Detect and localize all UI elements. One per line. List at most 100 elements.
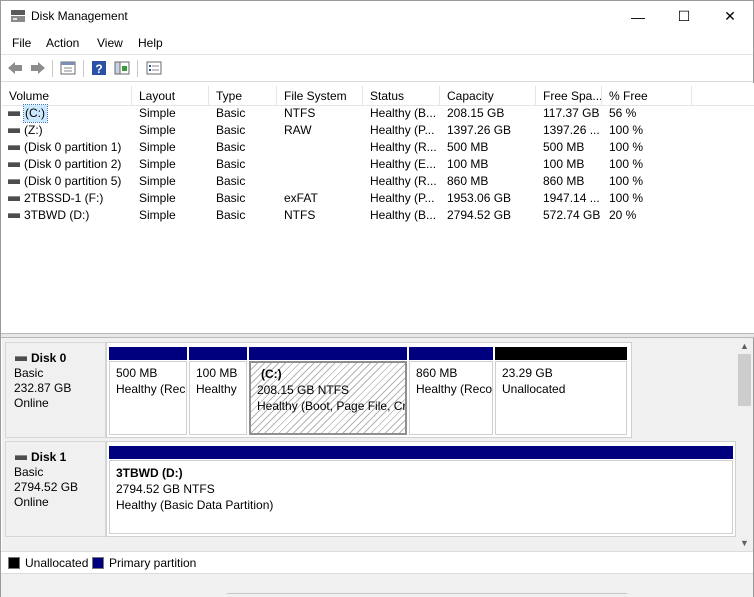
partition-status: Healthy (Boot, Page File, Cr bbox=[257, 399, 407, 413]
column-header-layout[interactable]: Layout bbox=[132, 86, 209, 106]
forward-icon[interactable] bbox=[29, 60, 47, 76]
volume-capacity-cell: 2794.52 GB bbox=[447, 208, 512, 222]
disk-0-state: Online bbox=[14, 396, 49, 410]
partition-color-bar bbox=[109, 446, 733, 459]
partition-size: 2794.52 GB NTFS bbox=[116, 482, 215, 496]
partition-status: Healthy bbox=[196, 382, 237, 396]
volume-free-cell: 500 MB bbox=[543, 140, 585, 154]
volume-pct-cell: 100 % bbox=[609, 174, 644, 188]
volume-layout-cell: Simple bbox=[139, 140, 176, 154]
volume-list-header: Volume Layout Type File System Status Ca… bbox=[2, 86, 754, 106]
volume-free-cell: 117.37 GB bbox=[543, 106, 600, 120]
volume-capacity-cell: 100 MB bbox=[447, 157, 489, 171]
disk-graphical-view: Disk 0 Basic 232.87 GB Online 500 MB Hea… bbox=[2, 338, 736, 551]
volume-icon bbox=[8, 162, 20, 167]
volume-row[interactable]: (Disk 0 partition 5) Simple Basic Healthy (… bbox=[2, 173, 754, 190]
volume-free-cell: 572.74 GB bbox=[543, 208, 601, 222]
volume-type-cell: Basic bbox=[216, 191, 246, 205]
disk-0-partition-5[interactable]: 860 MB Healthy (Reco bbox=[409, 347, 493, 435]
menu-help[interactable]: Help bbox=[138, 36, 163, 50]
minimize-button[interactable]: — bbox=[615, 1, 661, 32]
partition-color-bar bbox=[495, 347, 627, 360]
menu-file[interactable]: File bbox=[12, 36, 31, 50]
disk-management-app-icon bbox=[11, 10, 25, 22]
disk-0-label[interactable]: Disk 0 Basic 232.87 GB Online bbox=[5, 342, 106, 438]
disk-0-partition-2[interactable]: 100 MB Healthy bbox=[189, 347, 247, 435]
scroll-down-arrow[interactable]: ▼ bbox=[736, 535, 753, 551]
maximize-button[interactable]: ☐ bbox=[661, 1, 707, 32]
partition-status: Unallocated bbox=[502, 382, 566, 396]
checklist-icon[interactable] bbox=[145, 60, 163, 76]
column-header-free-space[interactable]: Free Spa... bbox=[536, 86, 602, 106]
volume-status-cell: Healthy (P... bbox=[370, 191, 435, 205]
volume-status-cell: Healthy (P... bbox=[370, 123, 435, 137]
volume-capacity-cell: 500 MB bbox=[447, 140, 489, 154]
disk-0-partition-1[interactable]: 500 MB Healthy (Rec bbox=[109, 347, 187, 435]
volume-layout-cell: Simple bbox=[139, 157, 176, 171]
volume-capacity-cell: 1953.06 GB bbox=[447, 191, 512, 205]
volume-layout-cell: Simple bbox=[139, 191, 176, 205]
column-header-volume[interactable]: Volume bbox=[2, 86, 132, 106]
legend: Unallocated Primary partition bbox=[1, 551, 753, 573]
disk-icon bbox=[15, 356, 27, 361]
disk-1-label[interactable]: Disk 1 Basic 2794.52 GB Online bbox=[5, 441, 106, 537]
disk-0-type: Basic bbox=[14, 366, 44, 380]
column-header-status[interactable]: Status bbox=[363, 86, 440, 106]
disk-1-partition-d[interactable]: 3TBWD (D:) 2794.52 GB NTFS Healthy (Basi… bbox=[109, 446, 733, 534]
volume-layout-cell: Simple bbox=[139, 106, 176, 120]
volume-status-cell: Healthy (B... bbox=[370, 208, 437, 222]
volume-fs-cell: exFAT bbox=[284, 191, 318, 205]
volume-layout-cell: Simple bbox=[139, 123, 176, 137]
volume-name-cell: (Disk 0 partition 1) bbox=[24, 140, 122, 154]
partition-status: Healthy (Rec bbox=[116, 382, 186, 396]
scroll-up-arrow[interactable]: ▲ bbox=[736, 338, 753, 354]
legend-label-primary: Primary partition bbox=[109, 556, 197, 570]
menu-bar: File Action View Help bbox=[1, 32, 753, 54]
disk-1-size: 2794.52 GB bbox=[14, 480, 79, 494]
volume-capacity-cell: 1397.26 GB bbox=[447, 123, 512, 137]
volume-row[interactable]: 3TBWD (D:) Simple Basic NTFS Healthy (B... 27… bbox=[2, 207, 754, 224]
volume-row[interactable]: (Disk 0 partition 1) Simple Basic Healthy (… bbox=[2, 139, 754, 156]
volume-pct-cell: 100 % bbox=[609, 140, 644, 154]
volume-type-cell: Basic bbox=[216, 123, 246, 137]
volume-name-cell: (Disk 0 partition 2) bbox=[24, 157, 122, 171]
properties-icon[interactable] bbox=[59, 60, 77, 76]
volume-icon bbox=[8, 111, 20, 116]
menu-action[interactable]: Action bbox=[46, 36, 79, 50]
volume-type-cell: Basic bbox=[216, 106, 246, 120]
volume-type-cell: Basic bbox=[216, 157, 246, 171]
scrollbar-thumb[interactable] bbox=[738, 354, 751, 406]
window-title: Disk Management bbox=[31, 9, 128, 23]
column-header-capacity[interactable]: Capacity bbox=[440, 86, 536, 106]
column-header-percent-free[interactable]: % Free bbox=[602, 86, 692, 106]
column-header-file-system[interactable]: File System bbox=[277, 86, 363, 106]
volume-row[interactable]: (Disk 0 partition 2) Simple Basic Healthy (… bbox=[2, 156, 754, 173]
volume-pct-cell: 56 % bbox=[609, 106, 637, 120]
volume-free-cell: 1947.14 ... bbox=[543, 191, 600, 205]
graph-vertical-scrollbar[interactable]: ▲ ▼ bbox=[736, 338, 753, 551]
partition-color-bar bbox=[409, 347, 493, 360]
volume-name-cell: (Z:) bbox=[24, 123, 43, 137]
volume-row[interactable]: 2TBSSD-1 (F:) Simple Basic exFAT Healthy (P.… bbox=[2, 190, 754, 207]
partition-status: Healthy (Reco bbox=[416, 382, 493, 396]
menu-view[interactable]: View bbox=[97, 36, 123, 50]
volume-list[interactable]: Volume Layout Type File System Status Ca… bbox=[2, 83, 754, 333]
partition-color-bar bbox=[109, 347, 187, 360]
volume-free-cell: 100 MB bbox=[543, 157, 585, 171]
volume-row[interactable]: (C:) Simple Basic NTFS Healthy (B... 208.15 G… bbox=[2, 104, 754, 123]
partition-status: Healthy (Basic Data Partition) bbox=[116, 498, 274, 512]
disk-0-unallocated[interactable]: 23.29 GB Unallocated bbox=[495, 347, 627, 435]
disk-0-partition-c[interactable]: (C:) 208.15 GB NTFS Healthy (Boot, Page … bbox=[249, 347, 407, 435]
volume-icon bbox=[8, 179, 20, 184]
volume-row[interactable]: (Z:) Simple Basic RAW Healthy (P... 1397.26 G… bbox=[2, 122, 754, 139]
volume-layout-cell: Simple bbox=[139, 174, 176, 188]
close-button[interactable]: ✕ bbox=[707, 1, 753, 32]
back-icon[interactable] bbox=[6, 60, 24, 76]
console-tree-icon[interactable] bbox=[113, 60, 131, 76]
disk-1-type: Basic bbox=[14, 465, 44, 479]
volume-fs-cell: RAW bbox=[284, 123, 312, 137]
disk-0-size: 232.87 GB bbox=[14, 381, 72, 395]
help-icon[interactable]: ? bbox=[90, 60, 108, 76]
column-header-type[interactable]: Type bbox=[209, 86, 277, 106]
partition-label: 3TBWD (D:) bbox=[116, 466, 183, 480]
